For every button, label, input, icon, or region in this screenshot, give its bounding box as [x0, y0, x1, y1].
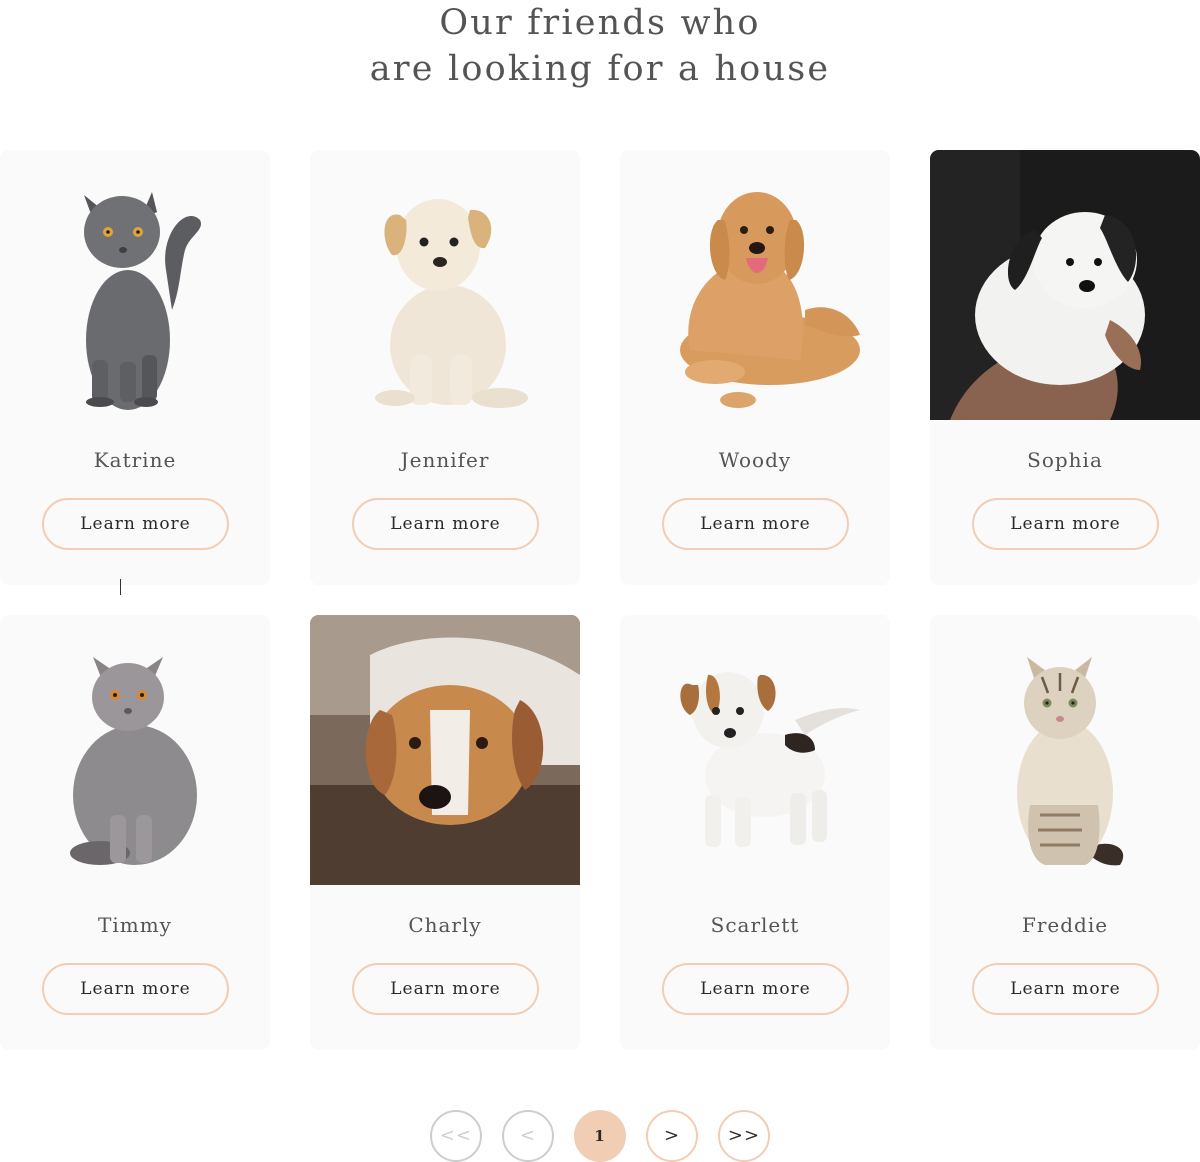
- learn-more-button[interactable]: Learn more: [972, 963, 1159, 1015]
- current-page-indicator[interactable]: 1: [574, 1110, 626, 1162]
- pet-name: Timmy: [98, 913, 172, 937]
- first-page-button[interactable]: <<: [430, 1110, 482, 1162]
- pet-card-charly[interactable]: Charly Learn more: [310, 615, 580, 1050]
- golden-retriever-photo: [620, 150, 890, 420]
- jack-russell-puppy-photo: [620, 615, 890, 885]
- pet-name: Sophia: [1027, 448, 1103, 472]
- pet-card-katrine[interactable]: Katrine Learn more: [0, 150, 270, 585]
- learn-more-button[interactable]: Learn more: [352, 963, 539, 1015]
- pet-card-jennifer[interactable]: Jennifer Learn more: [310, 150, 580, 585]
- learn-more-button[interactable]: Learn more: [352, 498, 539, 550]
- next-page-button[interactable]: >: [646, 1110, 698, 1162]
- gray-cat-photo: [0, 150, 270, 420]
- learn-more-button[interactable]: Learn more: [42, 498, 229, 550]
- section-title-line-2: are looking for a house: [369, 49, 831, 89]
- pet-card-woody[interactable]: Woody Learn more: [620, 150, 890, 585]
- cream-puppy-photo: [310, 150, 580, 420]
- pet-name: Charly: [408, 913, 482, 937]
- pet-card-sophia[interactable]: Sophia Learn more: [930, 150, 1200, 585]
- pet-name: Woody: [718, 448, 792, 472]
- pet-name: Scarlett: [710, 913, 800, 937]
- british-shorthair-cat-photo: [0, 615, 270, 885]
- learn-more-button[interactable]: Learn more: [662, 963, 849, 1015]
- learn-more-button[interactable]: Learn more: [42, 963, 229, 1015]
- lying-dog-photo: [310, 615, 580, 885]
- pet-name: Freddie: [1021, 913, 1109, 937]
- pet-card-freddie[interactable]: Freddie Learn more: [930, 615, 1200, 1050]
- pet-card-scarlett[interactable]: Scarlett Learn more: [620, 615, 890, 1050]
- white-puppy-photo: [930, 150, 1200, 420]
- pet-name: Jennifer: [400, 448, 490, 472]
- learn-more-button[interactable]: Learn more: [662, 498, 849, 550]
- pet-name: Katrine: [93, 448, 177, 472]
- text-cursor: [120, 579, 121, 595]
- last-page-button[interactable]: >>: [718, 1110, 770, 1162]
- section-title-line-1: Our friends who: [439, 3, 761, 43]
- tabby-cat-photo: [930, 615, 1200, 885]
- learn-more-button[interactable]: Learn more: [972, 498, 1159, 550]
- section-title: Our friends who are looking for a house: [0, 0, 1200, 92]
- pagination: << < 1 > >>: [430, 1110, 770, 1162]
- pet-card-timmy[interactable]: Timmy Learn more: [0, 615, 270, 1050]
- previous-page-button[interactable]: <: [502, 1110, 554, 1162]
